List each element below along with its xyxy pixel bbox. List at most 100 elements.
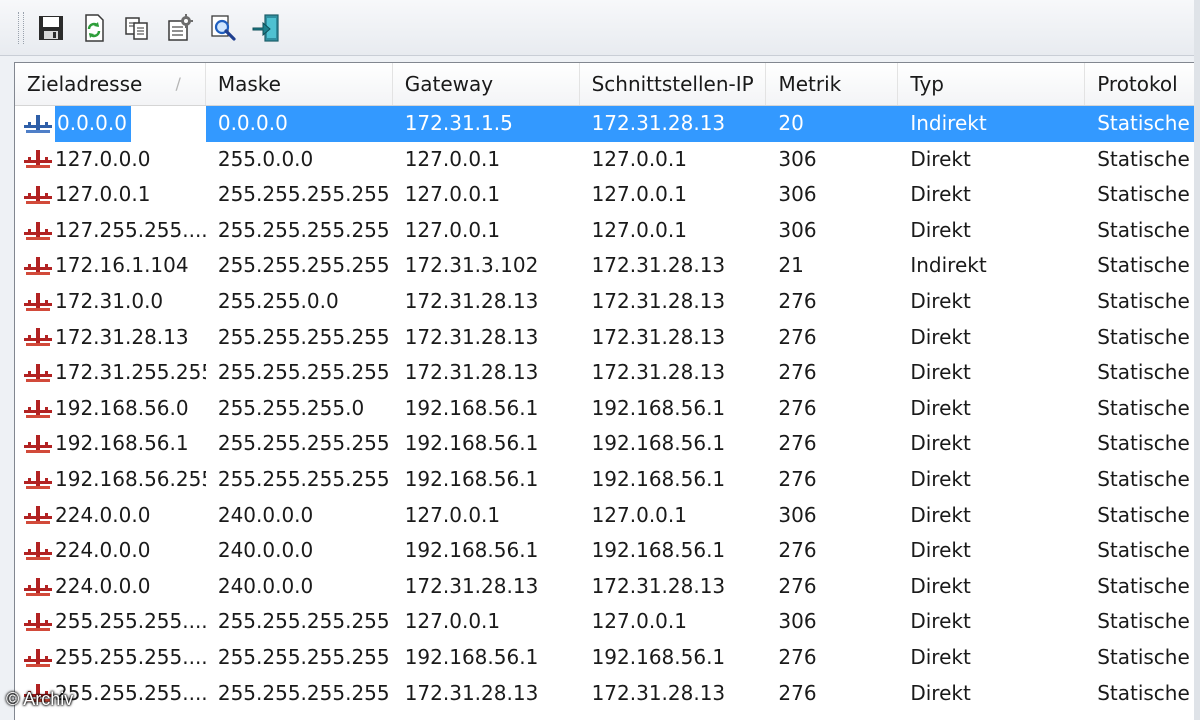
table-row[interactable]: 172.16.1.104 255.255.255.255 172.31.3.10…: [15, 248, 1200, 284]
cell-maske: 255.255.255.0: [217, 395, 365, 420]
cell-text: 127.0.0.1: [55, 182, 151, 207]
cell-metrik: 21: [778, 253, 804, 278]
cell-protokoll: Statische: [1097, 217, 1190, 242]
cell-protokoll: Statische: [1097, 680, 1190, 705]
table-row[interactable]: 127.255.255.... 255.255.255.255 127.0.0.…: [15, 213, 1200, 249]
cell-text: 224.0.0.0: [55, 502, 151, 527]
refresh-button[interactable]: [77, 11, 111, 45]
cell-text: 127.0.0.0: [55, 146, 151, 171]
cell-gateway: 192.168.56.1: [404, 644, 539, 669]
table-row[interactable]: 255.255.255.... 255.255.255.255 172.31.2…: [15, 676, 1200, 712]
route-icon: [24, 363, 52, 382]
cell-text: 172.31.0.0: [55, 288, 164, 313]
cell-schnittstellen-ip: 127.0.0.1: [591, 609, 687, 634]
table-row[interactable]: 192.168.56.1 255.255.255.255 192.168.56.…: [15, 426, 1200, 462]
exit-button[interactable]: [249, 11, 283, 45]
cell-gateway: 172.31.28.13: [404, 288, 539, 313]
column-header-zieladresse[interactable]: Zieladresse /: [15, 63, 206, 105]
cell-zieladresse: 127.0.0.0: [15, 142, 206, 178]
list-rows: 0.0.0.0 0.0.0.0 172.31.1.5 172.31.28.13 …: [15, 106, 1200, 711]
table-row[interactable]: 127.0.0.0 255.0.0.0 127.0.0.1 127.0.0.1 …: [15, 142, 1200, 178]
route-icon: [24, 292, 52, 311]
column-header-label: Schnittstellen-IP: [591, 72, 754, 96]
column-header-gateway[interactable]: Gateway: [393, 63, 580, 105]
cell-zieladresse: 172.31.255.255: [15, 355, 206, 391]
cell-maske: 255.255.0.0: [217, 288, 339, 313]
cell-protokoll: Statische: [1097, 538, 1190, 563]
copy-button[interactable]: [120, 11, 154, 45]
column-header-protokoll[interactable]: Protokol: [1085, 63, 1200, 105]
cell-gateway: 172.31.28.13: [404, 573, 539, 598]
table-row[interactable]: 255.255.255.... 255.255.255.255 192.168.…: [15, 640, 1200, 676]
table-row[interactable]: 172.31.255.255 255.255.255.255 172.31.28…: [15, 355, 1200, 391]
cell-typ: Direkt: [910, 466, 971, 491]
toolbar-grip[interactable]: [18, 11, 24, 44]
properties-button[interactable]: [163, 11, 197, 45]
table-row[interactable]: 224.0.0.0 240.0.0.0 172.31.28.13 172.31.…: [15, 569, 1200, 605]
cell-metrik: 276: [778, 680, 817, 705]
cell-protokoll: Statische: [1097, 288, 1190, 313]
cell-maske: 0.0.0.0: [205, 106, 393, 142]
route-icon: [24, 577, 52, 596]
column-header-typ[interactable]: Typ: [898, 63, 1086, 105]
cell-typ: Indirekt: [898, 106, 1086, 142]
cell-typ: Direkt: [910, 609, 971, 634]
search-button[interactable]: [206, 11, 240, 45]
cell-maske: 240.0.0.0: [217, 538, 314, 563]
table-row[interactable]: 127.0.0.1 255.255.255.255 127.0.0.1 127.…: [15, 177, 1200, 213]
cell-schnittstellen-ip: 172.31.28.13: [591, 360, 726, 385]
cell-schnittstellen-ip: 127.0.0.1: [591, 502, 687, 527]
table-row[interactable]: 172.31.0.0 255.255.0.0 172.31.28.13 172.…: [15, 284, 1200, 320]
cell-zieladresse: 224.0.0.0: [15, 533, 206, 569]
cell-gateway: 172.31.28.13: [404, 680, 539, 705]
list-header: Zieladresse / Maske Gateway Schnittstell…: [15, 63, 1200, 106]
column-header-maske[interactable]: Maske: [206, 63, 393, 105]
cell-typ: Direkt: [910, 431, 971, 456]
cell-maske: 255.255.255.255: [217, 324, 390, 349]
table-row[interactable]: 224.0.0.0 240.0.0.0 192.168.56.1 192.168…: [15, 533, 1200, 569]
table-row[interactable]: 192.168.56.255 255.255.255.255 192.168.5…: [15, 462, 1200, 498]
table-row[interactable]: 172.31.28.13 255.255.255.255 172.31.28.1…: [15, 320, 1200, 356]
route-icon: [24, 114, 52, 133]
cell-protokoll: Statische: [1097, 573, 1190, 598]
cell-schnittstellen-ip: 127.0.0.1: [591, 217, 687, 242]
cell-typ: Direkt: [910, 324, 971, 349]
toolbar: [0, 0, 1200, 56]
cell-schnittstellen-ip: 192.168.56.1: [591, 466, 726, 491]
route-icon: [24, 613, 52, 632]
properties-icon: [168, 13, 193, 41]
cell-protokoll: Statische: [1097, 146, 1190, 171]
table-row[interactable]: 255.255.255.... 255.255.255.255 127.0.0.…: [15, 604, 1200, 640]
route-list[interactable]: Zieladresse / Maske Gateway Schnittstell…: [14, 62, 1200, 720]
cell-text: 172.31.255.255: [55, 360, 206, 385]
table-row-selected[interactable]: 0.0.0.0 0.0.0.0 172.31.1.5 172.31.28.13 …: [15, 106, 1200, 142]
cell-text: 192.168.56.255: [55, 466, 206, 491]
cell-typ: Direkt: [910, 217, 971, 242]
cell-typ: Direkt: [910, 182, 971, 207]
cell-maske: 255.255.255.255: [217, 644, 390, 669]
save-button[interactable]: [34, 11, 68, 45]
sort-indicator-icon: /: [175, 74, 181, 93]
route-icon: [24, 221, 52, 240]
cell-schnittstellen-ip: 127.0.0.1: [591, 146, 687, 171]
table-row[interactable]: 192.168.56.0 255.255.255.0 192.168.56.1 …: [15, 391, 1200, 427]
column-header-label: Gateway: [404, 72, 494, 96]
column-header-schnittstellen-ip[interactable]: Schnittstellen-IP: [580, 63, 767, 105]
cell-protokoll: Statische: [1097, 609, 1190, 634]
cell-typ: Direkt: [910, 395, 971, 420]
column-header-metrik[interactable]: Metrik: [766, 63, 899, 105]
cell-zieladresse: 172.31.28.13: [15, 320, 206, 356]
column-header-label: Maske: [217, 72, 281, 96]
cell-maske: 255.255.255.255: [217, 360, 390, 385]
cell-text: 192.168.56.0: [55, 395, 189, 420]
cell-gateway: 127.0.0.1: [404, 182, 501, 207]
cell-zieladresse: 192.168.56.255: [15, 462, 206, 498]
cell-text: 172.16.1.104: [55, 253, 189, 278]
cell-gateway: 192.168.56.1: [404, 395, 539, 420]
cell-metrik: 276: [778, 644, 817, 669]
route-icon: [24, 541, 52, 560]
table-row[interactable]: 224.0.0.0 240.0.0.0 127.0.0.1 127.0.0.1 …: [15, 498, 1200, 534]
cell-typ: Direkt: [910, 680, 971, 705]
cell-zieladresse: 255.255.255....: [15, 640, 206, 676]
cell-maske: 255.255.255.255: [217, 680, 390, 705]
